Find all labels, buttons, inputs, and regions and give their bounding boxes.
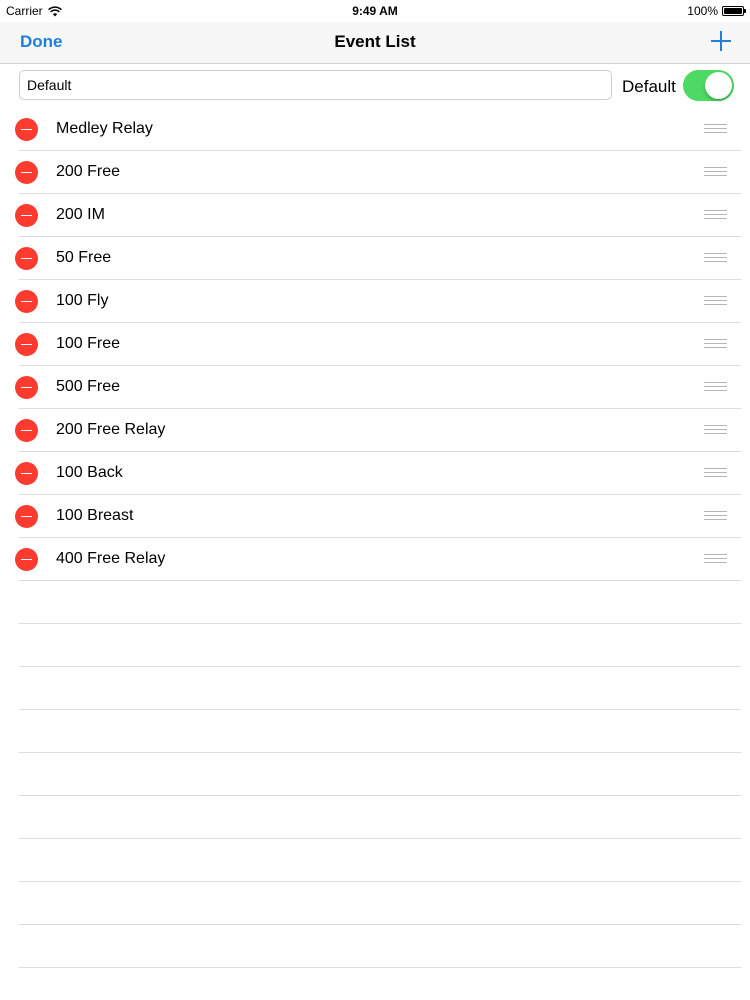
event-label: 50 Free — [56, 249, 112, 266]
event-label: 200 Free — [56, 163, 121, 180]
status-right: 100% — [687, 4, 746, 18]
event-label: 200 IM — [56, 206, 105, 223]
reorder-handle-icon[interactable] — [704, 511, 727, 522]
delete-icon[interactable] — [15, 290, 38, 313]
event-list: Medley Relay 200 Free 200 IM 50 Free 100 Fly… — [0, 108, 750, 581]
default-switch[interactable] — [683, 70, 734, 101]
event-label: 500 Free — [56, 378, 121, 395]
reorder-handle-icon[interactable] — [704, 253, 727, 264]
status-bar: Carrier 9:49 AM 100% — [0, 0, 750, 22]
delete-icon[interactable] — [15, 505, 38, 528]
empty-row — [0, 710, 750, 753]
reorder-handle-icon[interactable] — [704, 468, 727, 479]
delete-icon[interactable] — [15, 548, 38, 571]
delete-icon[interactable] — [15, 333, 38, 356]
event-row[interactable]: 500 Free — [0, 366, 750, 409]
empty-row — [0, 667, 750, 710]
event-label: Medley Relay — [56, 120, 153, 137]
event-row[interactable]: 400 Free Relay — [0, 538, 750, 581]
navigation-bar: Done Event List — [0, 22, 750, 64]
empty-row — [0, 839, 750, 882]
event-label: 200 Free Relay — [56, 421, 166, 438]
battery-percent: 100% — [687, 4, 718, 18]
reorder-handle-icon[interactable] — [704, 554, 727, 565]
delete-icon[interactable] — [15, 376, 38, 399]
empty-row — [0, 581, 750, 624]
reorder-handle-icon[interactable] — [704, 167, 727, 178]
done-button[interactable]: Done — [20, 32, 63, 52]
delete-icon[interactable] — [15, 161, 38, 184]
empty-row — [0, 796, 750, 839]
event-row[interactable]: 200 Free — [0, 151, 750, 194]
event-label: 400 Free Relay — [56, 550, 166, 567]
reorder-handle-icon[interactable] — [704, 210, 727, 221]
event-label: 100 Back — [56, 464, 123, 481]
list-header: Default — [0, 64, 750, 108]
status-time: 9:49 AM — [352, 4, 398, 18]
event-label: 100 Fly — [56, 292, 109, 309]
list-name-field[interactable] — [19, 70, 612, 100]
switch-knob — [705, 72, 732, 99]
reorder-handle-icon[interactable] — [704, 425, 727, 436]
page-title: Event List — [334, 32, 416, 51]
event-row[interactable]: 100 Free — [0, 323, 750, 366]
delete-icon[interactable] — [15, 419, 38, 442]
event-label: 100 Breast — [56, 507, 134, 524]
empty-row — [0, 753, 750, 796]
empty-row — [0, 925, 750, 968]
event-row[interactable]: 100 Fly — [0, 280, 750, 323]
default-label: Default — [622, 77, 676, 96]
delete-icon[interactable] — [15, 247, 38, 270]
plus-icon[interactable] — [710, 30, 732, 52]
reorder-handle-icon[interactable] — [704, 382, 727, 393]
empty-row — [0, 624, 750, 667]
event-row[interactable]: 100 Breast — [0, 495, 750, 538]
reorder-handle-icon[interactable] — [704, 339, 727, 350]
empty-rows — [0, 581, 750, 968]
event-row[interactable]: 50 Free — [0, 237, 750, 280]
empty-row — [0, 882, 750, 925]
event-row[interactable]: 200 Free Relay — [0, 409, 750, 452]
delete-icon[interactable] — [15, 462, 38, 485]
battery-icon — [722, 6, 746, 16]
delete-icon[interactable] — [15, 118, 38, 141]
reorder-handle-icon[interactable] — [704, 296, 727, 307]
reorder-handle-icon[interactable] — [704, 124, 727, 135]
battery-fill — [724, 8, 742, 14]
event-row[interactable]: 100 Back — [0, 452, 750, 495]
event-row[interactable]: 200 IM — [0, 194, 750, 237]
event-row[interactable]: Medley Relay — [0, 108, 750, 151]
event-label: 100 Free — [56, 335, 121, 352]
delete-icon[interactable] — [15, 204, 38, 227]
